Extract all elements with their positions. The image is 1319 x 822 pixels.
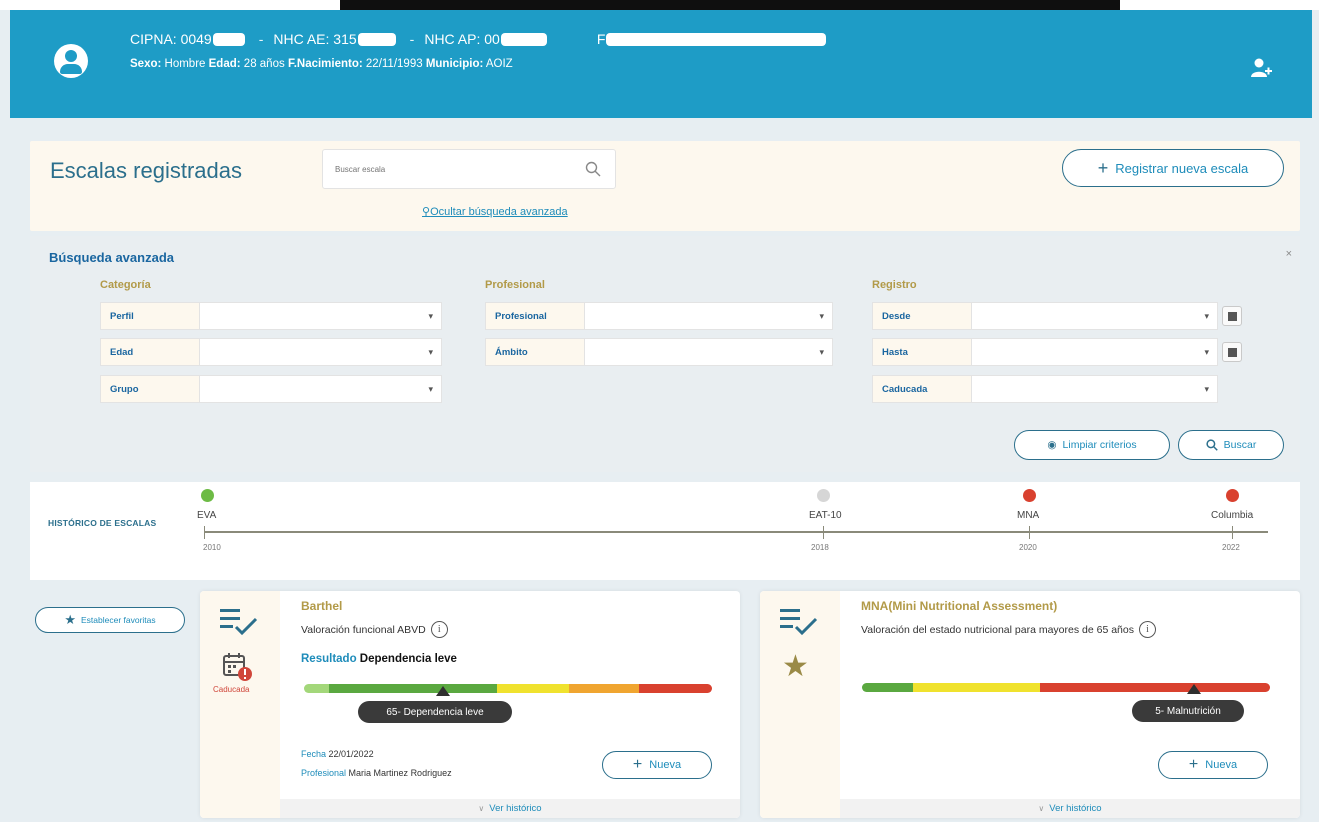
score-tooltip: 5- Malnutrición [1132, 700, 1244, 722]
advanced-search-title: Búsqueda avanzada [49, 250, 174, 265]
plus-icon: + [1188, 756, 1199, 773]
eraser-icon: ◉ [1047, 439, 1057, 451]
info-icon[interactable]: i [430, 621, 448, 638]
search-button[interactable]: Buscar [1178, 430, 1284, 460]
chevron-down-icon: ▾ [428, 347, 433, 357]
municipio-value: AOIZ [485, 58, 513, 70]
toggle-advanced-search-link[interactable]: ⚲Ocultar búsqueda avanzada [422, 205, 568, 218]
registro-title: Registro [872, 279, 917, 291]
scale-search-input[interactable] [323, 150, 563, 188]
register-scale-button[interactable]: + Registrar nueva escala [1062, 149, 1284, 187]
star-icon: ★ [64, 612, 76, 627]
favorite-star-icon[interactable]: ★ [782, 649, 809, 684]
timeline-dot[interactable] [1023, 489, 1036, 502]
scale-card-mna: ★ MNA(Mini Nutritional Assessment) Valor… [760, 591, 1300, 818]
profesional-select[interactable]: Profesional ▾ [485, 302, 833, 330]
nhc-ae-label: NHC AE: 315 [273, 31, 357, 47]
calendar-icon[interactable] [1222, 342, 1242, 362]
close-icon[interactable]: × [1286, 248, 1292, 260]
timeline-label: HISTÓRICO DE ESCALAS [48, 518, 157, 528]
nhc-ap-label: NHC AP: 00 [424, 31, 500, 47]
card-sidebar: ★ [760, 591, 840, 818]
timeline-dot[interactable] [201, 489, 214, 502]
grupo-select[interactable]: Grupo ▾ [100, 375, 442, 403]
chevron-down-icon: ▾ [819, 311, 824, 321]
chevron-down-icon: ▾ [428, 384, 433, 394]
search-icon [1206, 439, 1218, 451]
caducada-select[interactable]: Caducada ▾ [872, 375, 1218, 403]
fnac-value: 22/11/1993 [365, 58, 423, 70]
plus-icon: + [632, 756, 643, 773]
page-title: Escalas registradas [50, 158, 242, 183]
new-scale-button[interactable]: + Nueva [1158, 751, 1268, 779]
scale-name: Barthel [301, 599, 343, 613]
patient-avatar-icon [54, 44, 88, 78]
sexo-value: Hombre [164, 58, 206, 70]
scale-name: MNA(Mini Nutritional Assessment) [861, 599, 1058, 613]
scale-card-barthel: Caducada Barthel Valoración funcional AB… [200, 591, 740, 818]
info-icon[interactable]: i [1138, 621, 1156, 638]
chevron-down-icon: ▾ [428, 311, 433, 321]
advanced-search-panel: Búsqueda avanzada × Categoría Perfil ▾ E… [30, 236, 1300, 472]
view-history-link[interactable]: ∨ Ver histórico [840, 799, 1300, 818]
timeline-axis [204, 531, 1268, 533]
perfil-select[interactable]: Perfil ▾ [100, 302, 442, 330]
card-sidebar: Caducada [200, 591, 280, 818]
redacted-block [606, 32, 827, 46]
chevron-down-icon: ∨ [1038, 804, 1045, 813]
search-icon: ⚲ [422, 206, 431, 218]
patient-demographics: Sexo: Hombre Edad: 28 años F.Nacimiento:… [130, 58, 513, 70]
scale-date: Fecha 22/01/2022 [301, 749, 374, 759]
categoria-title: Categoría [100, 279, 151, 291]
edad-value: 28 años [243, 58, 285, 70]
redacted-block [500, 32, 547, 46]
score-tooltip: 65- Dependencia leve [358, 701, 512, 723]
score-bar [304, 684, 712, 693]
scale-result: Resultado Dependencia leve [301, 653, 457, 665]
edad-select[interactable]: Edad ▾ [100, 338, 442, 366]
view-history-link[interactable]: ∨ Ver histórico [280, 799, 740, 818]
checklist-icon[interactable] [778, 607, 818, 637]
f-label: F [596, 31, 606, 47]
score-marker [1187, 684, 1201, 694]
redacted-block [357, 32, 396, 46]
scales-panel: Escalas registradas ⚲Ocultar búsqueda av… [30, 141, 1300, 231]
scale-description: Valoración funcional ABVD i [301, 621, 448, 638]
scale-description: Valoración del estado nutricional para m… [861, 621, 1156, 638]
new-scale-button[interactable]: + Nueva [602, 751, 712, 779]
patient-ids: CIPNA: 0049 - NHC AE: 315 - NHC AP: 00 F [130, 31, 830, 47]
user-settings-icon[interactable] [1250, 58, 1272, 78]
ambito-select[interactable]: Ámbito ▾ [485, 338, 833, 366]
redacted-block [212, 32, 245, 46]
cipna-label: CIPNA: 0049 [130, 31, 212, 47]
timeline-dot[interactable] [817, 489, 830, 502]
patient-header: CIPNA: 0049 - NHC AE: 315 - NHC AP: 00 F… [10, 10, 1312, 118]
calendar-expired-icon [223, 653, 252, 681]
profesional-title: Profesional [485, 279, 545, 291]
score-bar [862, 683, 1270, 692]
expired-label: Caducada [213, 685, 250, 694]
set-favorites-button[interactable]: ★ Establecer favoritas [35, 607, 185, 633]
chevron-down-icon: ▾ [1204, 384, 1209, 394]
plus-icon: + [1097, 157, 1109, 178]
calendar-icon[interactable] [1222, 306, 1242, 326]
scale-search-box[interactable] [322, 149, 616, 189]
top-strip [0, 0, 1319, 10]
desde-date[interactable]: Desde ▾ [872, 302, 1218, 330]
score-marker [436, 686, 450, 696]
search-icon[interactable] [585, 161, 601, 177]
chevron-down-icon: ∨ [478, 804, 485, 813]
chevron-down-icon: ▾ [819, 347, 824, 357]
chevron-down-icon: ▾ [1204, 311, 1209, 321]
checklist-icon[interactable] [218, 607, 258, 637]
scale-professional: Profesional Maria Martinez Rodriguez [301, 768, 452, 778]
hasta-date[interactable]: Hasta ▾ [872, 338, 1218, 366]
chevron-down-icon: ▾ [1204, 347, 1209, 357]
timeline-dot[interactable] [1226, 489, 1239, 502]
clear-criteria-button[interactable]: ◉ Limpiar criterios [1014, 430, 1170, 460]
scales-history-timeline: HISTÓRICO DE ESCALAS EVA 2010 EAT-10 201… [30, 482, 1300, 580]
